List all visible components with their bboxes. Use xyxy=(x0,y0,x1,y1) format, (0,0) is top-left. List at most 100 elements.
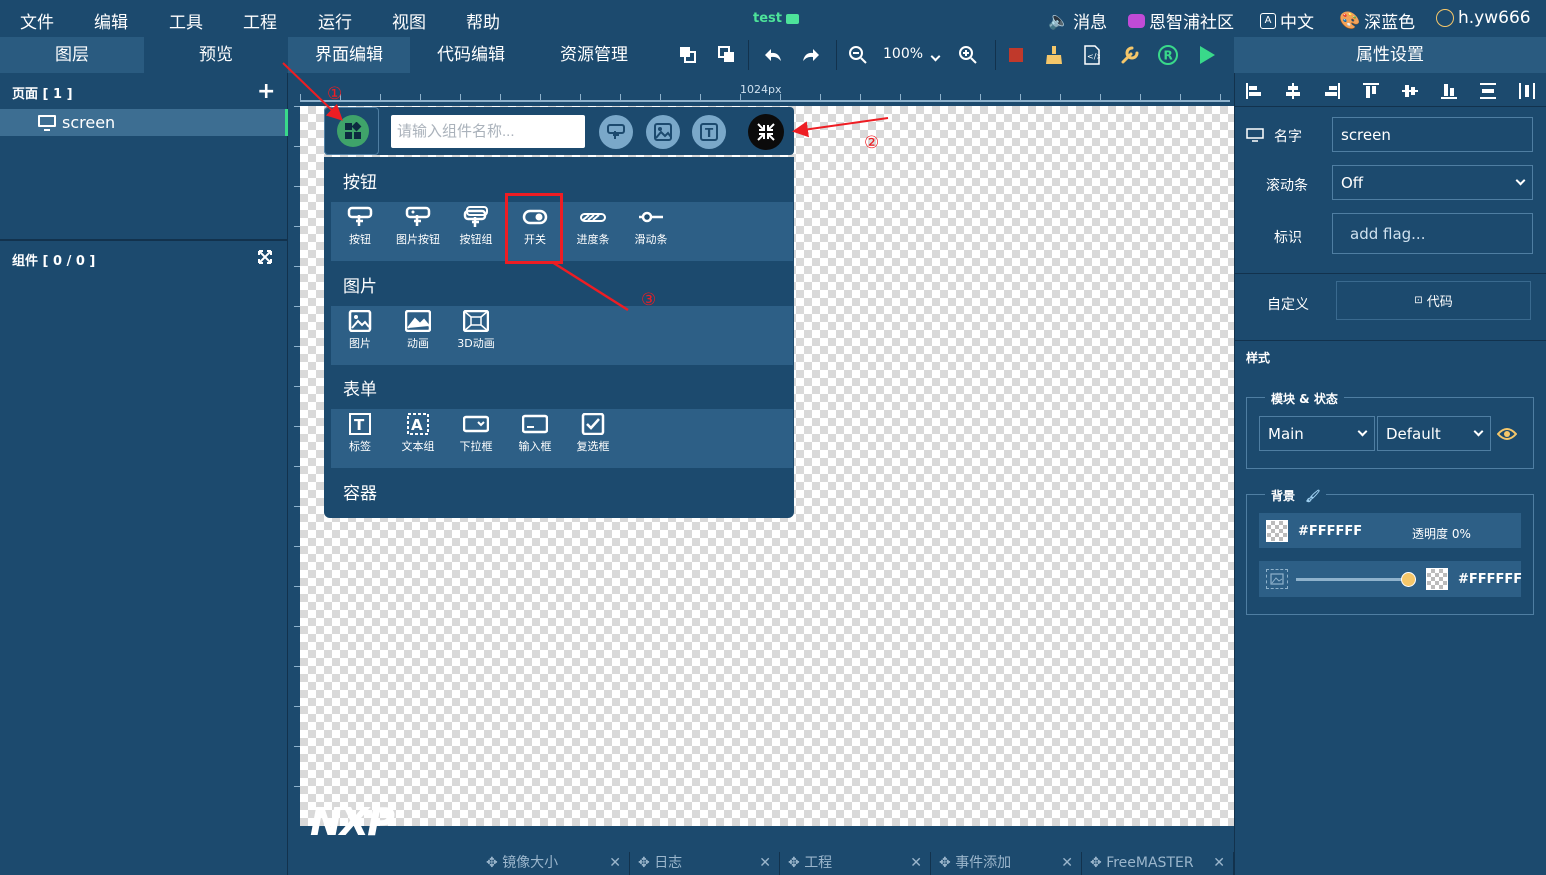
comp-image[interactable]: 图片 xyxy=(333,310,387,351)
comp-checkbox[interactable]: 复选框 xyxy=(566,413,620,454)
align-middle-v-icon[interactable] xyxy=(1401,82,1419,100)
flag-input[interactable]: add flag... xyxy=(1332,213,1533,254)
tab-event-add[interactable]: ✥ 事件添加 ✕ xyxy=(931,852,1082,875)
bg-slider-knob[interactable] xyxy=(1401,572,1416,587)
align-right-icon[interactable] xyxy=(1323,82,1341,100)
menu-help[interactable]: 帮助 xyxy=(466,8,500,33)
bg-color-value-2: #FFFFFF xyxy=(1458,572,1523,587)
comp-slider[interactable]: 滑动条 xyxy=(624,206,678,247)
send-back-icon[interactable] xyxy=(716,44,738,66)
bring-front-icon[interactable] xyxy=(677,44,699,66)
menu-view[interactable]: 视图 xyxy=(392,8,426,33)
tab-preview[interactable]: 预览 xyxy=(144,37,288,73)
quick-label-icon[interactable]: T xyxy=(692,115,726,149)
register-icon[interactable]: R xyxy=(1157,44,1179,66)
align-left-icon[interactable] xyxy=(1245,82,1263,100)
messages-link[interactable]: 🔈 消息 xyxy=(1048,8,1107,34)
theme-switch[interactable]: 🎨 深蓝色 xyxy=(1339,8,1416,34)
theme-label: 深蓝色 xyxy=(1364,13,1416,33)
menu-project[interactable]: 工程 xyxy=(243,8,277,33)
bg-color-swatch-2[interactable] xyxy=(1426,568,1448,590)
zoom-in-icon[interactable] xyxy=(957,44,979,66)
collapse-icon[interactable] xyxy=(748,114,784,150)
menu-run[interactable]: 运行 xyxy=(318,8,352,33)
align-top-icon[interactable] xyxy=(1362,82,1380,100)
flag-label: 标识 xyxy=(1274,230,1302,246)
bg-slider-track[interactable] xyxy=(1296,572,1416,587)
tab-freemaster[interactable]: ✥ FreeMASTER ✕ xyxy=(1082,852,1234,875)
undo-icon[interactable] xyxy=(762,44,784,66)
comp-button-group[interactable]: 按钮组 xyxy=(449,206,503,247)
tab-resources[interactable]: 资源管理 xyxy=(533,37,655,73)
align-center-h-icon[interactable] xyxy=(1284,82,1302,100)
tab-image-size[interactable]: ✥ 镜像大小 ✕ xyxy=(478,852,630,875)
comp-label: 图片 xyxy=(349,337,371,350)
expand-icon[interactable] xyxy=(258,250,272,268)
bg-color-swatch[interactable] xyxy=(1266,520,1288,542)
component-picker-toggle[interactable] xyxy=(324,107,379,155)
comp-label[interactable]: T 标签 xyxy=(333,413,387,454)
monitor-icon xyxy=(1246,128,1264,146)
properties-title: 属性设置 xyxy=(1234,37,1546,73)
menu-tools[interactable]: 工具 xyxy=(169,8,203,33)
comp-input[interactable]: 输入框 xyxy=(508,413,562,454)
language-switch[interactable]: A 中文 xyxy=(1260,8,1314,33)
tab-ui-edit[interactable]: 界面编辑 xyxy=(288,37,410,73)
scroll-label: 滚动条 xyxy=(1266,178,1308,194)
name-input[interactable]: screen xyxy=(1332,117,1533,152)
comp-animation[interactable]: 动画 xyxy=(391,310,445,351)
comp-label: 按钮组 xyxy=(459,233,493,246)
quick-image-icon[interactable] xyxy=(646,115,680,149)
close-icon[interactable]: ✕ xyxy=(1213,852,1225,875)
comp-label: 复选框 xyxy=(576,440,610,453)
close-icon[interactable]: ✕ xyxy=(609,852,621,875)
stop-icon[interactable] xyxy=(1005,44,1027,66)
add-page-button[interactable]: + xyxy=(257,79,275,104)
user-menu[interactable]: h.yw666 xyxy=(1436,8,1531,28)
zoom-dropdown-icon[interactable] xyxy=(930,48,941,64)
clean-icon[interactable] xyxy=(1043,44,1065,66)
comp-button[interactable]: 按钮 xyxy=(333,206,387,247)
language-label: 中文 xyxy=(1280,13,1314,33)
distribute-h-icon[interactable] xyxy=(1518,82,1536,100)
comp-label: 图片按钮 xyxy=(396,233,440,246)
menu-edit[interactable]: 编辑 xyxy=(94,8,128,33)
menu-file[interactable]: 文件 xyxy=(20,8,54,33)
category-title: 容器 xyxy=(331,476,793,513)
tab-log[interactable]: ✥ 日志 ✕ xyxy=(630,852,780,875)
tab-project[interactable]: ✥ 工程 ✕ xyxy=(780,852,931,875)
redo-icon[interactable] xyxy=(800,44,822,66)
zoom-level[interactable]: 100% xyxy=(883,46,923,62)
close-icon[interactable]: ✕ xyxy=(1061,852,1073,875)
page-item-screen[interactable]: screen xyxy=(0,109,285,136)
align-bottom-icon[interactable] xyxy=(1440,82,1458,100)
zoom-out-icon[interactable] xyxy=(847,44,869,66)
tab-layers[interactable]: 图层 xyxy=(0,37,144,73)
comp-dropdown[interactable]: 下拉框 xyxy=(449,413,503,454)
component-search-input[interactable] xyxy=(391,115,585,148)
image-placeholder-icon[interactable] xyxy=(1266,569,1288,589)
comp-image-button[interactable]: 图片按钮 xyxy=(391,206,445,247)
module-select[interactable]: Main xyxy=(1259,416,1375,451)
tab-code-edit[interactable]: 代码编辑 xyxy=(410,37,532,73)
code-file-icon[interactable]: </> xyxy=(1081,44,1103,66)
category-title: 图片 xyxy=(331,269,793,306)
distribute-v-icon[interactable] xyxy=(1479,82,1497,100)
community-link[interactable]: 恩智浦社区 xyxy=(1128,8,1234,33)
run-icon[interactable] xyxy=(1196,44,1218,66)
eye-icon[interactable] xyxy=(1493,416,1521,451)
comp-text-group[interactable]: A 文本组 xyxy=(391,413,445,454)
quick-button-icon[interactable] xyxy=(599,115,633,149)
close-icon[interactable]: ✕ xyxy=(759,852,771,875)
move-icon: ✥ xyxy=(486,855,503,871)
wrench-icon[interactable] xyxy=(1119,44,1141,66)
code-button[interactable]: ⊡ 代码 xyxy=(1336,281,1531,320)
scroll-select[interactable]: Off xyxy=(1332,165,1533,200)
state-select[interactable]: Default xyxy=(1377,416,1491,451)
slider-icon xyxy=(639,211,663,223)
comp-3d-animation[interactable]: 3D动画 xyxy=(449,310,503,351)
style-header: 样式 xyxy=(1246,351,1271,365)
comp-progress-bar[interactable]: 进度条 xyxy=(566,206,620,247)
close-icon[interactable]: ✕ xyxy=(910,852,922,875)
progress-bar-icon xyxy=(580,213,606,222)
